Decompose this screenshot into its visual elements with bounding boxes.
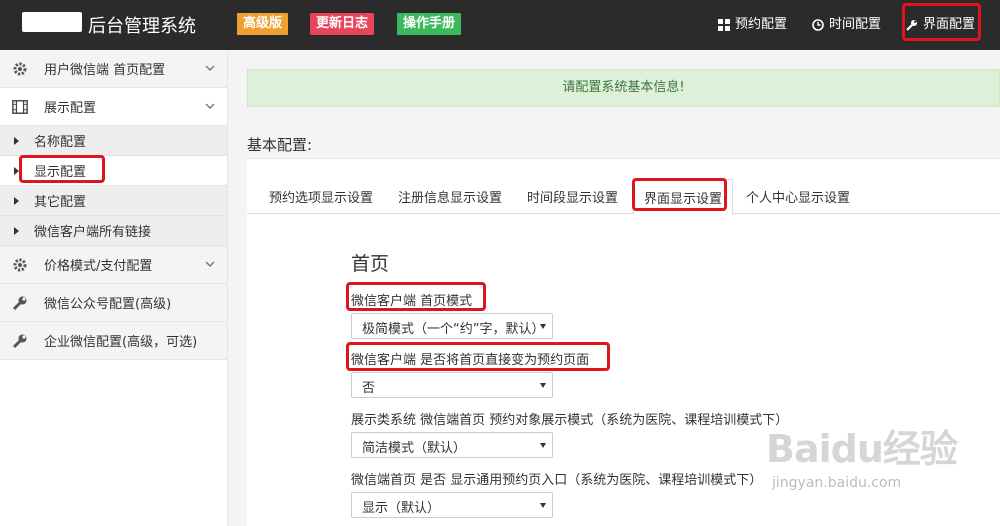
- home-mode-value: 极简模式（一个“约”字，默认）: [362, 322, 545, 337]
- nav-ui-config[interactable]: 界面配置: [906, 0, 975, 50]
- sidebar-group-label: 用户微信端 首页配置: [44, 63, 166, 78]
- home-mode-label: 微信客户端 首页模式: [351, 294, 473, 309]
- sidebar-item-display-config[interactable]: 显示配置: [0, 156, 227, 186]
- wrench-icon: [906, 20, 917, 31]
- wrench-icon: [12, 333, 28, 349]
- logo-redacted: [22, 12, 82, 32]
- watermark-logo: Baidu经验: [766, 427, 958, 471]
- top-header: 后台管理系统 高级版 更新日志 操作手册 预约配置 时间配置 界面配置: [0, 0, 1000, 50]
- sidebar-item-name-config[interactable]: 名称配置: [0, 126, 227, 156]
- manual-badge[interactable]: 操作手册: [397, 13, 462, 35]
- nav-time-config-label: 时间配置: [829, 17, 882, 32]
- wrench-icon: [12, 295, 28, 311]
- changelog-badge[interactable]: 更新日志: [310, 13, 375, 35]
- sidebar-group-label: 企业微信配置(高级，可选): [44, 335, 198, 350]
- tab-personal-center[interactable]: 个人中心显示设置: [746, 187, 850, 206]
- chevron-down-icon: [205, 261, 215, 267]
- object-display-mode-select[interactable]: 简洁模式（默认）: [351, 432, 553, 458]
- sidebar: 用户微信端 首页配置 展示配置 名称配置 显示配置 其它配置 微信客户端所有链接…: [0, 50, 228, 526]
- nav-booking-config[interactable]: 预约配置: [718, 0, 787, 50]
- caret-right-icon: [14, 137, 19, 145]
- watermark: Baidu经验 jingyan.baidu.com: [766, 418, 996, 518]
- sidebar-group-display-config[interactable]: 展示配置: [0, 88, 227, 126]
- tab-bar: 预约选项显示设置 注册信息显示设置 时间段显示设置 界面显示设置 个人中心显示设…: [247, 179, 1000, 215]
- home-as-booking-select[interactable]: 否: [351, 372, 553, 398]
- sidebar-item-label: 其它配置: [34, 195, 87, 210]
- gear-icon: [12, 257, 28, 273]
- object-display-mode-value: 简洁模式（默认）: [362, 441, 467, 456]
- home-as-booking-label: 微信客户端 是否将首页直接变为预约页面: [351, 353, 590, 368]
- caret-right-icon: [14, 197, 19, 205]
- tab-booking-options[interactable]: 预约选项显示设置: [269, 187, 373, 206]
- dropdown-arrow-icon: [540, 383, 546, 388]
- home-mode-select[interactable]: 极简模式（一个“约”字，默认）: [351, 313, 553, 339]
- dropdown-arrow-icon: [540, 324, 546, 329]
- home-section-title: 首页: [351, 253, 390, 275]
- sidebar-item-label: 名称配置: [34, 135, 87, 150]
- dropdown-arrow-icon: [540, 443, 546, 448]
- sidebar-group-price-payment[interactable]: 价格模式/支付配置: [0, 246, 227, 284]
- sidebar-item-wechat-links[interactable]: 微信客户端所有链接: [0, 216, 227, 246]
- advanced-edition-badge[interactable]: 高级版: [237, 13, 289, 35]
- sidebar-group-enterprise-wechat[interactable]: 企业微信配置(高级，可选): [0, 322, 227, 360]
- caret-right-icon: [14, 227, 19, 235]
- clock-icon: [812, 19, 824, 31]
- home-as-booking-value: 否: [362, 381, 376, 396]
- film-icon: [12, 99, 28, 115]
- general-entry-label: 微信端首页 是否 显示通用预约页入口（系统为医院、课程培训模式下）: [351, 473, 763, 488]
- nav-booking-config-label: 预约配置: [735, 17, 788, 32]
- brand-title: 后台管理系统: [88, 16, 196, 37]
- sidebar-group-label: 展示配置: [44, 101, 97, 116]
- section-title: 基本配置:: [247, 136, 313, 154]
- sidebar-item-label: 微信客户端所有链接: [34, 225, 152, 240]
- chevron-down-icon: [205, 65, 215, 71]
- general-entry-value: 显示（默认）: [362, 501, 441, 516]
- sidebar-group-label: 价格模式/支付配置: [44, 259, 153, 274]
- watermark-url: jingyan.baidu.com: [772, 475, 902, 491]
- chevron-down-icon: [205, 103, 215, 109]
- caret-right-icon: [14, 167, 19, 175]
- tab-ui-display[interactable]: 界面显示设置: [633, 179, 734, 215]
- sidebar-item-other-config[interactable]: 其它配置: [0, 186, 227, 216]
- nav-time-config[interactable]: 时间配置: [812, 0, 881, 50]
- tab-registration-info[interactable]: 注册信息显示设置: [398, 187, 502, 206]
- sidebar-group-label: 微信公众号配置(高级): [44, 297, 172, 312]
- object-display-mode-label: 展示类系统 微信端首页 预约对象展示模式（系统为医院、课程培训模式下）: [351, 413, 789, 428]
- nav-ui-config-label: 界面配置: [923, 17, 976, 32]
- sidebar-group-wechat-official[interactable]: 微信公众号配置(高级): [0, 284, 227, 322]
- tab-time-slot[interactable]: 时间段显示设置: [527, 187, 618, 206]
- sidebar-group-home-config[interactable]: 用户微信端 首页配置: [0, 50, 227, 88]
- info-alert: 请配置系统基本信息!: [247, 69, 1000, 107]
- dropdown-arrow-icon: [540, 503, 546, 508]
- grid-icon: [718, 19, 730, 31]
- general-entry-select[interactable]: 显示（默认）: [351, 492, 553, 518]
- sidebar-item-label: 显示配置: [34, 165, 87, 180]
- gear-icon: [12, 61, 28, 77]
